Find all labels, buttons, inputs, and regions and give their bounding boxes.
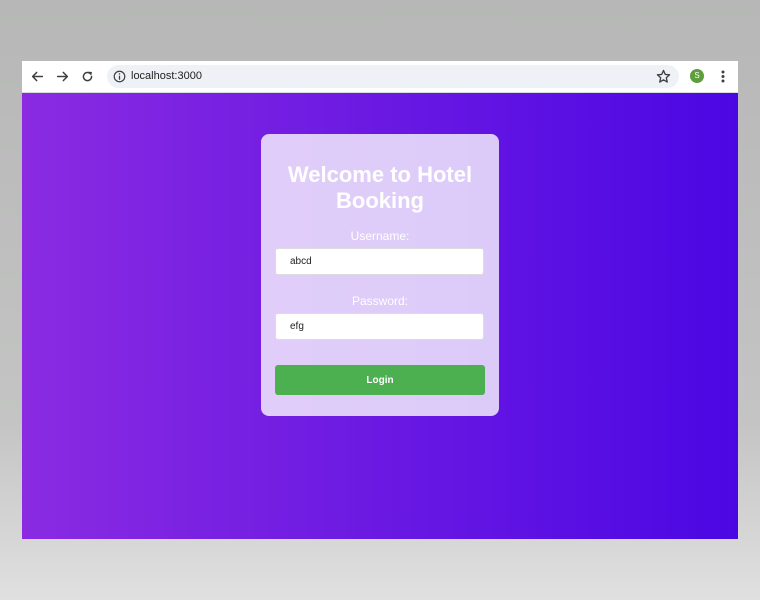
- back-button[interactable]: [27, 66, 47, 86]
- password-label: Password:: [351, 294, 409, 308]
- reload-icon: [82, 71, 92, 81]
- browser-toolbar: localhost:3000 S: [22, 61, 738, 93]
- profile-avatar[interactable]: S: [690, 69, 704, 83]
- info-icon[interactable]: [113, 70, 126, 83]
- address-bar[interactable]: localhost:3000: [107, 65, 679, 88]
- address-url[interactable]: localhost:3000: [131, 69, 202, 84]
- password-input[interactable]: [275, 313, 484, 340]
- back-icon: [31, 71, 43, 81]
- forward-icon: [56, 71, 68, 81]
- star-icon[interactable]: [656, 69, 671, 84]
- login-card: Welcome to Hotel Booking Username: Passw…: [261, 134, 499, 416]
- browser-window: localhost:3000 S Welcome to Hotel Bookin…: [22, 61, 738, 539]
- login-button[interactable]: Login: [275, 365, 485, 395]
- username-input[interactable]: [275, 248, 484, 275]
- login-title: Welcome to Hotel Booking: [287, 162, 473, 213]
- forward-button[interactable]: [52, 66, 72, 86]
- menu-icon[interactable]: [716, 69, 730, 84]
- username-label: Username:: [350, 229, 410, 243]
- reload-button[interactable]: [77, 66, 97, 86]
- page-viewport: Welcome to Hotel Booking Username: Passw…: [22, 93, 738, 539]
